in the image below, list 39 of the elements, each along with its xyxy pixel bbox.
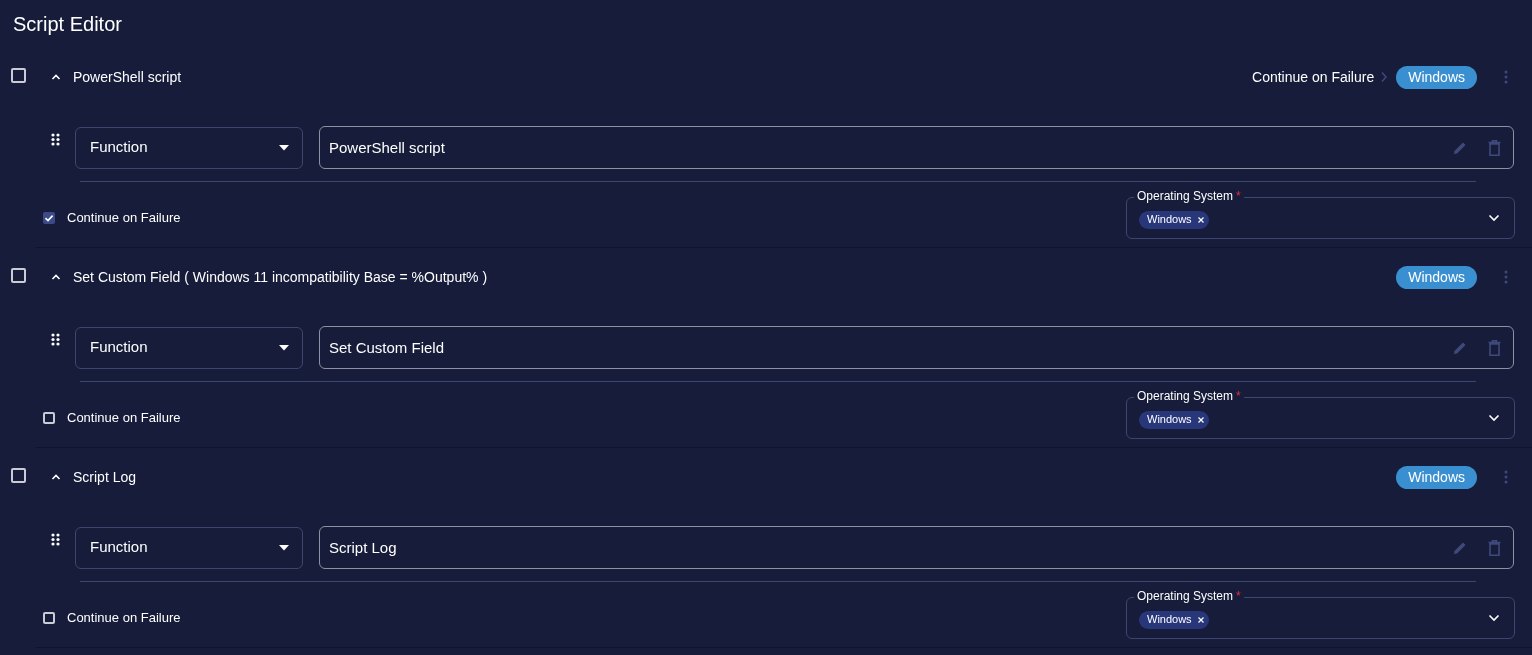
remove-icon[interactable] (1196, 615, 1205, 624)
checkbox-label: Continue on Failure (67, 209, 181, 228)
os-chip: Windows (1139, 410, 1209, 429)
drag-handle-icon[interactable] (51, 133, 60, 146)
collapse-caret-icon[interactable] (51, 72, 61, 82)
checkbox[interactable] (11, 268, 26, 283)
remove-icon[interactable] (1196, 215, 1205, 224)
checkbox-label: Continue on Failure (67, 609, 181, 628)
step-title: PowerShell script (73, 67, 183, 87)
checkbox[interactable] (11, 468, 26, 483)
os-chip: Windows (1139, 210, 1209, 229)
chevron-down-icon[interactable] (1488, 614, 1500, 622)
step-summary: Continue on Failure (1252, 67, 1375, 87)
chevron-right-icon (1380, 71, 1389, 83)
remove-icon[interactable] (1196, 415, 1205, 424)
os-badge: Windows (1396, 65, 1477, 89)
drag-handle-icon[interactable] (51, 533, 60, 546)
checkbox[interactable] (43, 612, 55, 624)
dropdown-arrow-icon (279, 344, 289, 351)
chevron-down-icon[interactable] (1488, 214, 1500, 222)
os-badge: Windows (1396, 265, 1477, 289)
function-select[interactable]: Function (75, 326, 303, 369)
chevron-down-icon[interactable] (1488, 414, 1500, 422)
checkbox-label: Continue on Failure (67, 409, 181, 428)
checkbox[interactable] (11, 68, 26, 83)
function-select[interactable]: Function (75, 126, 303, 169)
os-badge: Windows (1396, 465, 1477, 489)
dropdown-arrow-icon (279, 144, 289, 151)
collapse-caret-icon[interactable] (51, 472, 61, 482)
page-title: Script Editor (13, 12, 122, 37)
os-chip: Windows (1139, 610, 1209, 629)
step-title: Script Log (73, 467, 138, 487)
checkbox[interactable] (43, 212, 55, 224)
drag-handle-icon[interactable] (51, 333, 60, 346)
step-title: Set Custom Field ( Windows 11 incompatibility Base = %Output% ) (73, 267, 489, 287)
dropdown-arrow-icon (279, 544, 289, 551)
checkbox[interactable] (43, 412, 55, 424)
collapse-caret-icon[interactable] (51, 272, 61, 282)
function-select[interactable]: Function (75, 526, 303, 569)
